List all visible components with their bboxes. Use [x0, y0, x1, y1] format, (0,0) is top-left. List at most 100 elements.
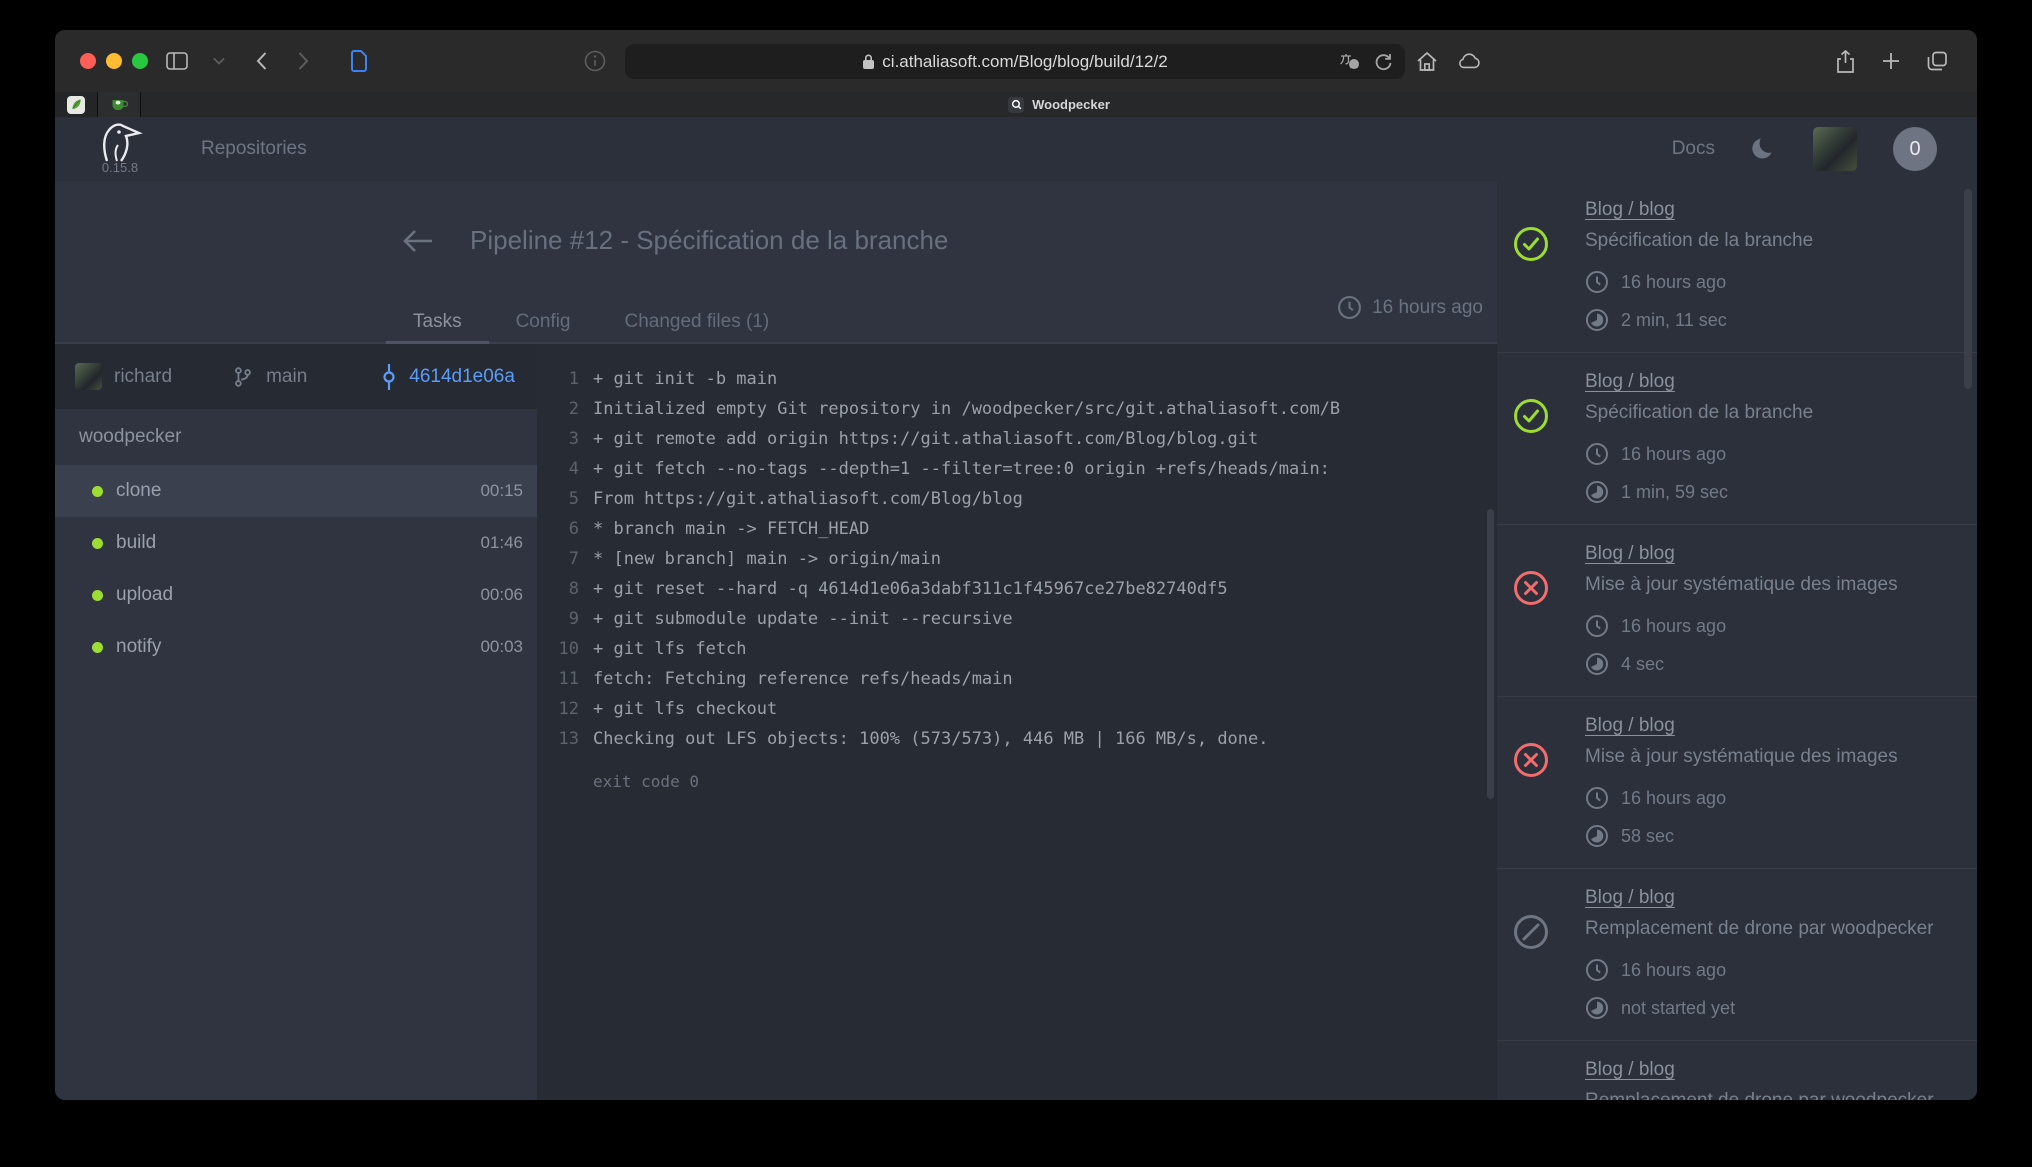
- build-duration: not started yet: [1621, 998, 1735, 1019]
- step-row[interactable]: build 01:46: [55, 517, 537, 569]
- sidebar-toggle-icon[interactable]: [165, 49, 189, 73]
- pipeline-tab[interactable]: Tasks: [386, 302, 489, 342]
- window-controls: [80, 53, 148, 69]
- build-status-icon: [1513, 742, 1549, 778]
- back-button[interactable]: [249, 49, 273, 73]
- log-line-number: 2: [537, 394, 579, 424]
- address-bar[interactable]: ci.athaliasoft.com/Blog/blog/build/12/2 …: [625, 44, 1405, 79]
- log-line: 7 * [new branch] main -> origin/main: [537, 544, 1497, 574]
- build-duration: 4 sec: [1621, 654, 1664, 675]
- build-list-item[interactable]: Blog / blog Mise à jour systématique des…: [1497, 525, 1977, 697]
- log-panel: 1 + git init -b main 2 Initialized empty…: [537, 344, 1497, 1100]
- nav-docs[interactable]: Docs: [1672, 138, 1715, 160]
- pipeline-title: Pipeline #12 - Spécification de la branc…: [470, 225, 948, 256]
- builds-list: Blog / blog Spécification de la branche …: [1497, 181, 1977, 1100]
- clock-icon: [1337, 295, 1362, 320]
- log-scrollbar[interactable]: [1487, 509, 1494, 799]
- pipeline-tab[interactable]: Config: [489, 302, 598, 342]
- clock-icon: [1585, 270, 1609, 294]
- commit-hash[interactable]: 4614d1e06a: [409, 366, 515, 388]
- cloud-icon[interactable]: [1457, 49, 1481, 73]
- build-repo-link[interactable]: Blog / blog: [1585, 199, 1675, 221]
- log-line-text: + git init -b main: [593, 364, 777, 394]
- log-line-text: + git submodule update --init --recursiv…: [593, 604, 1013, 634]
- new-tab-page-icon[interactable]: [347, 49, 371, 73]
- build-status-icon: [1513, 914, 1549, 950]
- build-time-ago: 16 hours ago: [1621, 444, 1726, 465]
- build-time-ago: 16 hours ago: [1621, 960, 1726, 981]
- tab-woodpecker[interactable]: Woodpecker: [141, 92, 1977, 117]
- duration-icon: [1585, 996, 1609, 1020]
- build-status-icon: [1513, 1086, 1549, 1100]
- page-info-icon[interactable]: [583, 49, 607, 73]
- step-row[interactable]: upload 00:06: [55, 569, 537, 621]
- log-line-text: From https://git.athaliasoft.com/Blog/bl…: [593, 484, 1023, 514]
- pinned-tab-teacup[interactable]: [98, 92, 140, 117]
- log-line-number: 6: [537, 514, 579, 544]
- build-repo-link[interactable]: Blog / blog: [1585, 715, 1675, 737]
- step-row[interactable]: notify 00:03: [55, 621, 537, 673]
- build-repo-link[interactable]: Blog / blog: [1585, 887, 1675, 909]
- step-name: build: [116, 532, 156, 554]
- clock-icon: [1585, 786, 1609, 810]
- build-commit-message: Spécification de la branche: [1585, 230, 1957, 252]
- dark-mode-toggle-icon[interactable]: [1751, 136, 1777, 162]
- steps-panel: richard main 4614d1e06a woodpecker: [55, 344, 537, 1100]
- tab-overview-icon[interactable]: [1925, 49, 1949, 73]
- minimize-window-button[interactable]: [106, 53, 122, 69]
- step-name: upload: [116, 584, 173, 606]
- url-text: ci.athaliasoft.com/Blog/blog/build/12/2: [882, 52, 1167, 72]
- log-line-number: 11: [537, 664, 579, 694]
- build-list-item[interactable]: Blog / blog Spécification de la branche …: [1497, 181, 1977, 353]
- pinned-tab-leaf[interactable]: [55, 92, 97, 117]
- build-repo-link[interactable]: Blog / blog: [1585, 371, 1675, 393]
- build-commit-message: Spécification de la branche: [1585, 402, 1957, 424]
- log-line: 4 + git fetch --no-tags --depth=1 --filt…: [537, 454, 1497, 484]
- build-repo-link[interactable]: Blog / blog: [1585, 1059, 1675, 1081]
- build-list-item[interactable]: Blog / blog Mise à jour systématique des…: [1497, 697, 1977, 869]
- forward-button[interactable]: [291, 49, 315, 73]
- clock-icon: [1585, 958, 1609, 982]
- reload-icon[interactable]: [1374, 52, 1393, 71]
- pipeline-commit[interactable]: 4614d1e06a: [381, 364, 515, 390]
- share-icon[interactable]: [1833, 49, 1857, 73]
- zoom-window-button[interactable]: [132, 53, 148, 69]
- woodpecker-logo[interactable]: 0.15.8: [91, 121, 149, 175]
- log-line-number: 5: [537, 484, 579, 514]
- log-line: 5 From https://git.athaliasoft.com/Blog/…: [537, 484, 1497, 514]
- branch-name: main: [266, 366, 307, 388]
- sidebar-scrollbar[interactable]: [1964, 189, 1972, 389]
- step-row[interactable]: clone 00:15: [55, 465, 537, 517]
- branch-icon: [232, 365, 254, 389]
- back-arrow-icon[interactable]: [402, 229, 434, 253]
- step-duration: 00:06: [480, 585, 523, 605]
- pipeline-tabs: Tasks Config Changed files (1): [55, 302, 1497, 344]
- duration-icon: [1585, 652, 1609, 676]
- log-line-text: + git reset --hard -q 4614d1e06a3dabf311…: [593, 574, 1228, 604]
- log-line-text: + git lfs checkout: [593, 694, 777, 724]
- log-line-text: + git lfs fetch: [593, 634, 747, 664]
- tab-title: Woodpecker: [1032, 97, 1110, 112]
- clock-icon: [1585, 442, 1609, 466]
- log-line-text: fetch: Fetching reference refs/heads/mai…: [593, 664, 1013, 694]
- woodpecker-app: 0.15.8 Repositories Docs 0: [55, 117, 1977, 1100]
- pipeline-time-ago: 16 hours ago: [1372, 297, 1483, 319]
- log-line: 6 * branch main -> FETCH_HEAD: [537, 514, 1497, 544]
- queue-count-badge[interactable]: 0: [1893, 127, 1937, 171]
- new-tab-button[interactable]: [1879, 49, 1903, 73]
- log-line-number: 1: [537, 364, 579, 394]
- home-icon[interactable]: [1415, 49, 1439, 73]
- translate-icon[interactable]: 文: [1339, 52, 1360, 71]
- build-repo-link[interactable]: Blog / blog: [1585, 543, 1675, 565]
- pipeline-tab[interactable]: Changed files (1): [598, 302, 797, 342]
- nav-repositories[interactable]: Repositories: [201, 138, 307, 160]
- build-list-item[interactable]: Blog / blog Remplacement de drone par wo…: [1497, 869, 1977, 1041]
- log-line: 3 + git remote add origin https://git.at…: [537, 424, 1497, 454]
- build-list-item[interactable]: Blog / blog Remplacement de drone par wo…: [1497, 1041, 1977, 1100]
- build-status-icon: [1513, 226, 1549, 262]
- close-window-button[interactable]: [80, 53, 96, 69]
- build-list-item[interactable]: Blog / blog Spécification de la branche …: [1497, 353, 1977, 525]
- build-commit-message: Remplacement de drone par woodpecker: [1585, 918, 1957, 940]
- sidebar-chevron-icon[interactable]: [207, 49, 231, 73]
- user-avatar[interactable]: [1813, 127, 1857, 171]
